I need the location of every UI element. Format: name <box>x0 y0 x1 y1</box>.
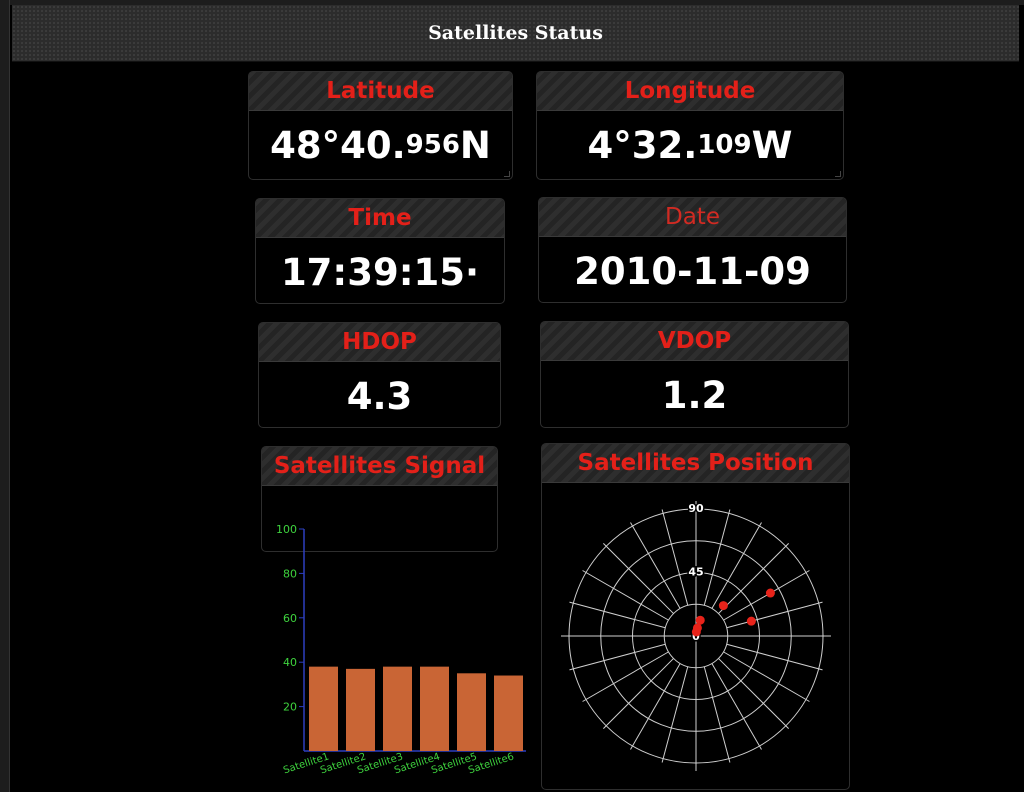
signal-bar <box>309 666 338 751</box>
latitude-hemisphere: N <box>459 123 491 167</box>
signal-bar <box>420 666 449 751</box>
longitude-value: 4°32. 109 W <box>537 111 843 179</box>
latitude-fraction: 956 <box>405 130 460 160</box>
satellite-dot <box>765 588 775 598</box>
vdop-label: VDOP <box>541 322 848 361</box>
date-value: 2010-11-09 <box>574 249 811 293</box>
position-label: Satellites Position <box>542 444 849 483</box>
longitude-label: Longitude <box>537 72 843 111</box>
polar-spoke <box>569 643 666 671</box>
resize-grip <box>504 171 510 177</box>
longitude-fraction: 109 <box>697 130 752 160</box>
signal-bar <box>346 668 375 751</box>
y-tick-label: 100 <box>276 523 297 536</box>
window-frame-left <box>0 0 10 792</box>
date-panel: Date 2010-11-09 <box>538 197 847 303</box>
satellite-dot <box>746 616 756 626</box>
signal-bar <box>383 666 412 751</box>
vdop-value: 1.2 <box>661 373 728 417</box>
latitude-label: Latitude <box>249 72 512 111</box>
y-tick-label: 60 <box>283 612 297 625</box>
signal-bar <box>494 675 523 751</box>
polar-spoke <box>703 666 731 763</box>
satellite-dot <box>718 601 728 611</box>
longitude-panel: Longitude 4°32. 109 W <box>536 71 844 180</box>
y-tick-label: 40 <box>283 656 297 669</box>
signal-bar <box>457 673 486 751</box>
hdop-panel: HDOP 4.3 <box>258 322 501 428</box>
polar-spoke <box>661 666 689 763</box>
resize-grip <box>835 171 841 177</box>
y-tick-label: 80 <box>283 567 297 580</box>
latitude-deg-min: 48°40. <box>270 123 406 167</box>
polar-spoke <box>569 601 666 629</box>
longitude-hemisphere: W <box>751 123 793 167</box>
polar-spoke <box>726 601 823 629</box>
satellite-polar-plot: 90450 <box>561 501 831 771</box>
signal-label: Satellites Signal <box>262 447 497 486</box>
polar-spoke <box>703 509 731 606</box>
title-bar: Satellites Status <box>12 5 1019 62</box>
satellite-dot <box>691 627 701 637</box>
y-tick-label: 20 <box>283 701 297 714</box>
time-panel: Time 17:39:15· <box>255 198 505 304</box>
latitude-value: 48°40. 956 N <box>249 111 512 179</box>
ring-label: 45 <box>688 566 703 579</box>
longitude-deg-min: 4°32. <box>587 123 698 167</box>
date-label: Date <box>539 198 846 237</box>
vdop-panel: VDOP 1.2 <box>540 321 849 428</box>
latitude-panel: Latitude 48°40. 956 N <box>248 71 513 180</box>
signal-bar-chart: 20406080100Satellite1Satellite2Satellite… <box>276 523 526 776</box>
hdop-value: 4.3 <box>346 374 413 418</box>
hdop-label: HDOP <box>259 323 500 362</box>
time-label: Time <box>256 199 504 238</box>
time-value: 17:39:15· <box>280 250 480 294</box>
page-title: Satellites Status <box>428 22 603 44</box>
polar-spoke <box>726 643 823 671</box>
satellite-dot <box>695 615 705 625</box>
polar-spoke <box>661 509 689 606</box>
ring-label: 90 <box>688 502 704 515</box>
